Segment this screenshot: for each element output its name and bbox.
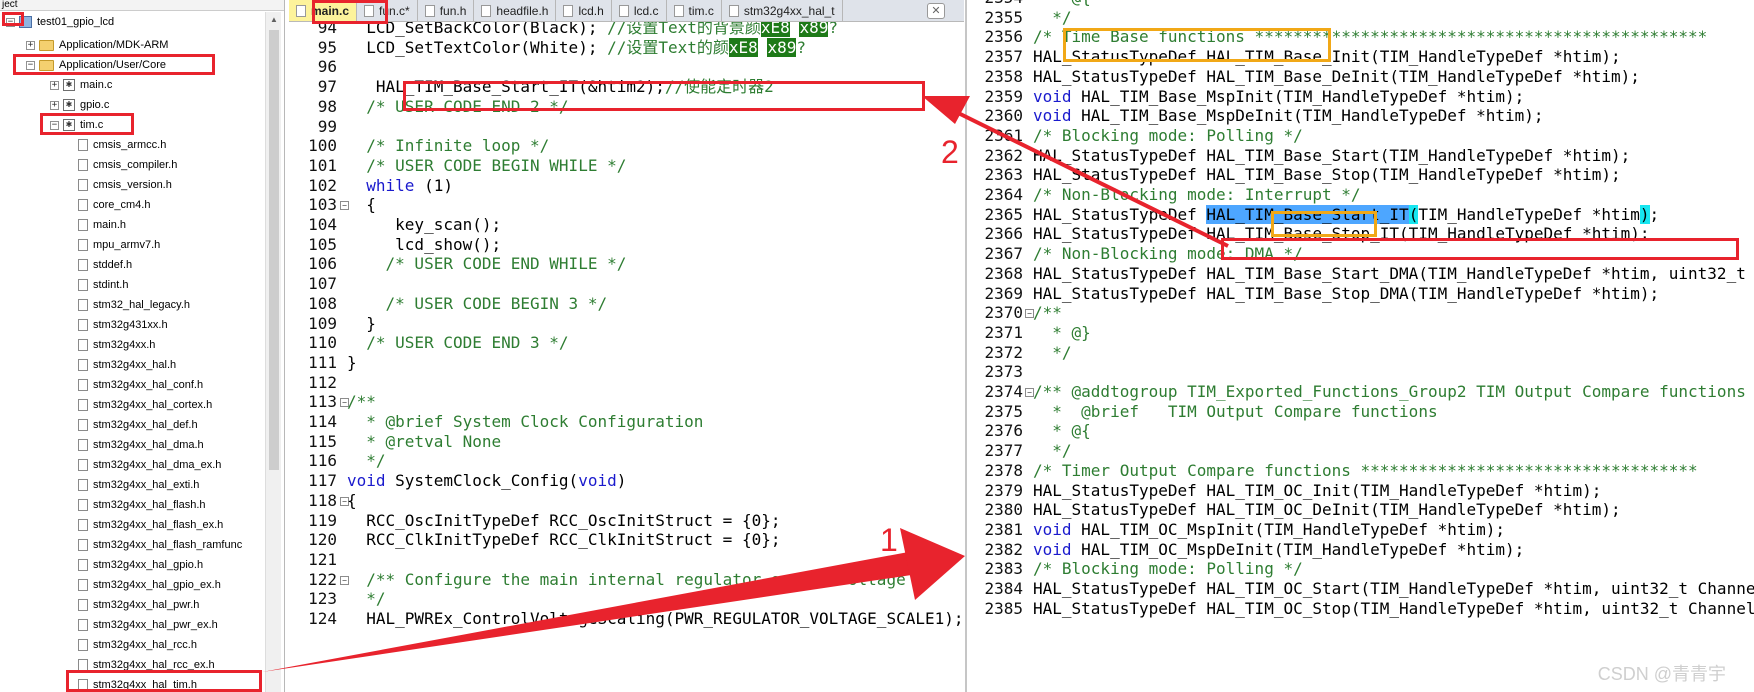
arrow-1-wedge (262, 548, 930, 672)
arrow-2-line (941, 103, 1229, 248)
annotation-label-2: 2 (941, 134, 959, 170)
arrow-2-head (922, 96, 970, 124)
annotation-arrows (262, 96, 1229, 672)
annotation-label-1: 1 (880, 522, 898, 558)
arrow-1-head (900, 528, 965, 600)
